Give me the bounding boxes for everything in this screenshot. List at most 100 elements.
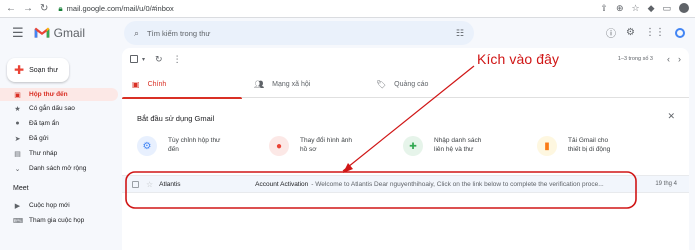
browser-toolbar: ← → ↻ 🔒︎ mail.google.com/mail/u/0/#inbox…	[0, 0, 695, 18]
star-icon[interactable]: ☆	[146, 180, 153, 189]
sidebar-item-sent[interactable]: ➤ Đã gửi	[0, 132, 120, 145]
mail-toolbar: ▾ ↻ ⋮ 1–3 trong số 3 ‹ ›	[122, 48, 689, 70]
sidebar-item-snoozed[interactable]: ● Đã tạm ẩn	[0, 117, 120, 130]
card-line1: Nhập danh sách	[434, 137, 482, 144]
menu-icon[interactable]: ☰	[12, 25, 24, 41]
tab-label: Mạng xã hội	[272, 80, 311, 88]
sidebar-item-label: Tham gia cuộc họp	[29, 217, 85, 224]
gmail-m-icon	[34, 27, 49, 38]
people-icon: 👥︎	[254, 79, 265, 89]
card-import-contacts[interactable]: ✚ Nhập danh sách liên hệ và thư	[403, 136, 533, 164]
annotation-label: Kích vào đây	[477, 51, 560, 67]
lock-icon[interactable]: 🔒︎	[58, 4, 62, 14]
compose-plus-icon: ✚	[14, 63, 25, 77]
zoom-icon[interactable]: ⊕	[616, 3, 624, 14]
more-icon[interactable]: ⋮	[173, 54, 182, 65]
forward-icon[interactable]: →	[23, 3, 33, 14]
sidebar-icon[interactable]: ▭	[662, 3, 671, 14]
mail-panel: ▾ ↻ ⋮ 1–3 trong số 3 ‹ › ▣ Chính 👥︎ Mạng…	[122, 48, 689, 250]
gear-icon: ⚙	[137, 136, 157, 156]
sidebar: ✚ Soạn thư ▣ Hộp thư đến ★ Có gắn dấu sa…	[0, 48, 120, 250]
inbox-icon: ▣	[132, 79, 140, 89]
compose-button[interactable]: ✚ Soạn thư	[7, 58, 69, 82]
card-customize-inbox[interactable]: ⚙ Tùy chỉnh hộp thư đến	[137, 136, 267, 164]
row-checkbox[interactable]	[132, 180, 139, 188]
profile-avatar[interactable]	[679, 3, 689, 13]
search-input[interactable]: Tìm kiếm trong thư	[147, 29, 210, 38]
bookmark-star-icon[interactable]: ☆	[631, 3, 639, 14]
chevron-down-icon: ⌄	[14, 165, 21, 173]
refresh-icon[interactable]: ↻	[155, 54, 163, 65]
header-actions: ⓘ ⚙ ⋮⋮	[606, 25, 685, 40]
help-icon[interactable]: ⓘ	[606, 25, 616, 40]
app-name: Gmail	[53, 26, 85, 40]
browser-actions: ⇪ ⊕ ☆ ◆ ▭	[600, 3, 689, 14]
tab-primary[interactable]: ▣ Chính	[122, 70, 242, 99]
send-icon: ➤	[14, 135, 21, 143]
reload-icon[interactable]: ↻	[40, 3, 48, 14]
card-mobile-app[interactable]: ▮ Tải Gmail cho thiết bị di động	[537, 136, 667, 164]
sidebar-item-inbox[interactable]: ▣ Hộp thư đến	[0, 88, 118, 101]
phone-icon: ▮	[537, 136, 557, 156]
compose-label: Soạn thư	[29, 66, 58, 74]
email-snippet: - Welcome to Atlantis Dear nguyenthihoai…	[311, 180, 604, 188]
category-tabs: ▣ Chính 👥︎ Mạng xã hội 🏷︎ Quảng cáo	[122, 70, 689, 99]
sidebar-item-starred[interactable]: ★ Có gắn dấu sao	[0, 102, 120, 115]
tab-promotions[interactable]: 🏷︎ Quảng cáo	[366, 70, 486, 98]
email-sender: Atlantis	[159, 180, 181, 188]
browser-nav: ← → ↻	[6, 3, 48, 14]
tab-label: Chính	[147, 80, 167, 88]
card-line1: Thay đổi hình ảnh	[300, 137, 353, 144]
card-line2: liên hệ và thư	[434, 146, 474, 153]
prev-page-icon[interactable]: ‹	[667, 54, 670, 64]
tab-label: Quảng cáo	[394, 80, 429, 88]
sidebar-item-new-meeting[interactable]: ▶ Cuộc họp mới	[0, 199, 120, 212]
getting-started-panel: Bắt đầu sử dụng Gmail ✕ ⚙ Tùy chỉnh hộp …	[128, 106, 683, 218]
search-options-icon[interactable]: ☷	[456, 28, 464, 39]
meet-heading: Meet	[13, 185, 29, 192]
sidebar-item-label: Danh sách mở rộng	[29, 165, 87, 172]
settings-icon[interactable]: ⚙	[626, 27, 635, 38]
card-line2: đến	[168, 146, 179, 153]
search-icon[interactable]: ⌕	[134, 28, 139, 39]
gmail-header: ☰ Gmail ⌕ Tìm kiếm trong thư ☷ ⓘ ⚙ ⋮⋮	[0, 18, 695, 48]
sidebar-item-label: Có gắn dấu sao	[29, 105, 75, 112]
address-bar[interactable]: mail.google.com/mail/u/0/#inbox	[67, 4, 174, 13]
card-label: Tùy chỉnh hộp thư đến	[168, 136, 240, 164]
sidebar-item-join-meeting[interactable]: ⌨ Tham gia cuộc họp	[0, 214, 120, 227]
next-page-icon[interactable]: ›	[678, 54, 681, 64]
select-all-checkbox[interactable]	[130, 55, 138, 63]
sidebar-item-label: Đã gửi	[29, 135, 49, 142]
email-subject: Account Activation	[255, 180, 309, 188]
gmail-logo[interactable]: Gmail	[34, 26, 85, 40]
inbox-icon: ▣	[14, 91, 21, 99]
extension-icon[interactable]: ◆	[648, 3, 655, 14]
search-bar[interactable]: ⌕ Tìm kiếm trong thư ☷	[124, 21, 474, 45]
draft-icon: ▤	[14, 150, 21, 158]
tab-social[interactable]: 👥︎ Mạng xã hội	[244, 70, 364, 98]
back-icon[interactable]: ←	[6, 3, 16, 14]
sidebar-item-more[interactable]: ⌄ Danh sách mở rộng	[0, 162, 120, 175]
keyboard-icon: ⌨	[13, 217, 24, 225]
getting-started-title: Bắt đầu sử dụng Gmail	[137, 114, 215, 123]
select-dropdown-icon[interactable]: ▾	[142, 56, 145, 63]
sidebar-item-drafts[interactable]: ▤ Thư nháp	[0, 147, 120, 160]
account-icon: ●	[269, 136, 289, 156]
share-icon[interactable]: ⇪	[600, 3, 608, 14]
card-line1: Tải Gmail cho	[568, 137, 609, 144]
card-label: Nhập danh sách liên hệ và thư	[434, 136, 506, 164]
pagination-arrows: ‹ ›	[667, 54, 681, 64]
close-icon[interactable]: ✕	[667, 111, 675, 122]
sidebar-item-label: Cuộc họp mới	[29, 202, 70, 209]
account-avatar[interactable]	[675, 27, 685, 38]
card-label: Thay đổi hình ảnh hồ sơ	[300, 136, 372, 164]
clock-icon: ●	[15, 120, 20, 127]
star-icon: ★	[14, 105, 21, 113]
apps-icon[interactable]: ⋮⋮	[645, 27, 665, 38]
card-line2: thiết bị di động	[568, 146, 611, 153]
email-row[interactable]: ☆ Atlantis Account Activation - Welcome …	[122, 175, 689, 193]
add-person-icon: ✚	[403, 136, 423, 156]
card-label: Tải Gmail cho thiết bị di động	[568, 136, 640, 164]
card-change-photo[interactable]: ● Thay đổi hình ảnh hồ sơ	[269, 136, 399, 164]
email-date: 19 thg 4	[655, 181, 677, 187]
